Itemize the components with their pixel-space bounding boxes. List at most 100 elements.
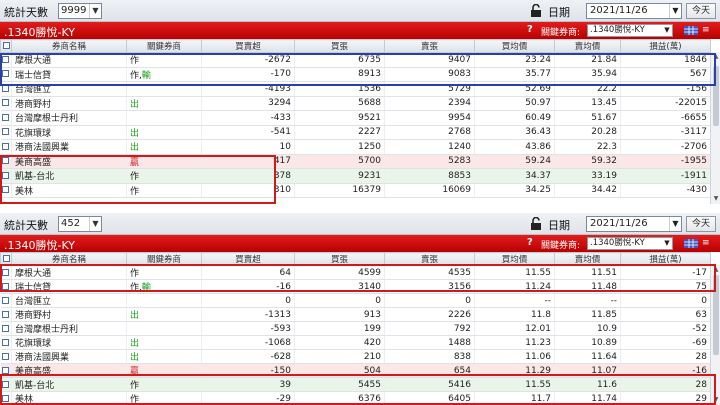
table-row[interactable]: 台灣摩根士丹利 -593 199 792 12.01 10.9 -52 xyxy=(0,321,711,336)
row-checkbox[interactable] xyxy=(0,125,12,140)
table-row[interactable]: 台灣匯立 -4193 1536 5729 52.69 22.2 -156 xyxy=(0,81,711,97)
scroll-thumb[interactable] xyxy=(713,66,719,126)
today-button[interactable]: 今天 xyxy=(686,3,716,19)
checkbox[interactable] xyxy=(2,352,10,360)
checkbox[interactable] xyxy=(2,55,10,63)
menu-icon[interactable]: ≡ xyxy=(702,238,710,248)
table-row[interactable]: 台灣摩根士丹利 -433 9521 9954 60.49 51.67 -6655 xyxy=(0,110,711,126)
chevron-down-icon[interactable]: ▼ xyxy=(669,4,681,18)
checkbox[interactable] xyxy=(2,338,10,346)
scroll-up-icon[interactable]: ▲ xyxy=(711,52,720,62)
column-header[interactable]: 賣張 xyxy=(384,39,475,53)
checkbox[interactable] xyxy=(2,99,10,107)
date-picker[interactable]: 2021/11/26 ▼ xyxy=(586,216,682,232)
days-select[interactable]: 9999 ▼ xyxy=(58,3,102,19)
select-all-checkbox[interactable] xyxy=(0,252,12,266)
days-select[interactable]: 452 ▼ xyxy=(58,216,102,232)
table-row[interactable]: 花旗環球出 -541 2227 2768 36.43 20.28 -3117 xyxy=(0,125,711,140)
broker-select[interactable]: .1340勝悅-KY ▼ xyxy=(587,24,673,37)
checkbox[interactable] xyxy=(2,282,10,290)
row-checkbox[interactable] xyxy=(0,265,12,280)
checkbox[interactable] xyxy=(2,171,10,179)
help-icon[interactable]: ? xyxy=(527,24,533,35)
column-header[interactable]: 損益(萬) xyxy=(620,252,711,266)
unlock-icon[interactable] xyxy=(530,217,542,230)
table-row[interactable]: 瑞士信貸 作,輸 -16 3140 3156 11.24 11.48 75 xyxy=(0,279,711,294)
table-row[interactable]: 台灣匯立 0 0 0 -- -- 0 xyxy=(0,293,711,308)
scroll-thumb[interactable] xyxy=(713,275,719,355)
grid-icon[interactable] xyxy=(684,26,698,35)
checkbox[interactable] xyxy=(2,186,10,194)
table-row[interactable]: 摩根大通作 -2672 6735 9407 23.24 21.84 1846 xyxy=(0,52,711,68)
row-checkbox[interactable] xyxy=(0,96,12,111)
menu-icon[interactable]: ≡ xyxy=(702,25,710,35)
row-checkbox[interactable] xyxy=(0,110,12,126)
unlock-icon[interactable] xyxy=(530,4,542,17)
scrollbar[interactable]: ▲ ▼ xyxy=(710,265,720,405)
chevron-down-icon[interactable]: ▼ xyxy=(662,25,672,36)
row-checkbox[interactable] xyxy=(0,377,12,392)
table-row[interactable]: 美林作 -29 6376 6405 11.7 11.74 29 xyxy=(0,391,711,405)
checkbox[interactable] xyxy=(2,84,10,92)
row-checkbox[interactable] xyxy=(0,391,12,405)
row-checkbox[interactable] xyxy=(0,307,12,322)
row-checkbox[interactable] xyxy=(0,154,12,169)
scroll-up-icon[interactable]: ▲ xyxy=(711,265,720,275)
checkbox[interactable] xyxy=(2,394,10,402)
checkbox[interactable] xyxy=(2,70,10,78)
chevron-down-icon[interactable]: ▼ xyxy=(669,217,681,231)
table-row[interactable]: 摩根大通作 64 4599 4535 11.55 11.51 -17 xyxy=(0,265,711,280)
checkbox[interactable] xyxy=(2,380,10,388)
row-checkbox[interactable] xyxy=(0,67,12,82)
row-checkbox[interactable] xyxy=(0,293,12,308)
table-row[interactable]: 港商法國興業出 -628 210 838 11.06 11.64 28 xyxy=(0,349,711,364)
checkbox[interactable] xyxy=(2,366,10,374)
table-row[interactable]: 花旗環球出 -1068 420 1488 11.23 10.89 -69 xyxy=(0,335,711,350)
checkbox[interactable] xyxy=(2,113,10,121)
broker-select[interactable]: .1340勝悅-KY ▼ xyxy=(587,237,673,250)
scroll-down-icon[interactable]: ▼ xyxy=(711,194,720,204)
row-checkbox[interactable] xyxy=(0,363,12,378)
row-checkbox[interactable] xyxy=(0,52,12,68)
row-checkbox[interactable] xyxy=(0,321,12,336)
column-header[interactable]: 券商名稱 xyxy=(11,252,127,266)
table-row[interactable]: 凱基-台北作 378 9231 8853 34.37 33.19 -1911 xyxy=(0,168,711,184)
select-all-checkbox[interactable] xyxy=(0,39,12,53)
column-header[interactable]: 買張 xyxy=(294,39,385,53)
column-header[interactable]: 損益(萬) xyxy=(620,39,711,53)
table-row[interactable]: 美林作 310 16379 16069 34.25 34.42 -430 xyxy=(0,183,711,198)
checkbox[interactable] xyxy=(2,296,10,304)
chevron-down-icon[interactable]: ▼ xyxy=(89,217,101,231)
column-header[interactable]: 買均價 xyxy=(474,252,555,266)
scrollbar[interactable]: ▲ ▼ xyxy=(710,52,720,204)
scroll-down-icon[interactable]: ▼ xyxy=(711,395,720,405)
table-row[interactable]: 凱基-台北作 39 5455 5416 11.55 11.6 28 xyxy=(0,377,711,392)
table-row[interactable]: 美商高盛贏 -150 504 654 11.29 11.07 -16 xyxy=(0,363,711,378)
today-button[interactable]: 今天 xyxy=(686,216,716,232)
checkbox[interactable] xyxy=(2,310,10,318)
checkbox[interactable] xyxy=(2,142,10,150)
column-header[interactable]: 買張 xyxy=(294,252,385,266)
column-header[interactable]: 買均價 xyxy=(474,39,555,53)
column-header[interactable]: 賣均價 xyxy=(554,252,621,266)
table-row[interactable]: 港商法國興業出 10 1250 1240 43.86 22.3 -2706 xyxy=(0,139,711,155)
column-header[interactable]: 買賣超 xyxy=(201,252,295,266)
row-checkbox[interactable] xyxy=(0,183,12,198)
row-checkbox[interactable] xyxy=(0,168,12,184)
table-row[interactable]: 瑞士信貸 作,輸 -170 8913 9083 35.77 35.94 567 xyxy=(0,67,711,82)
row-checkbox[interactable] xyxy=(0,279,12,294)
checkbox[interactable] xyxy=(2,255,10,262)
row-checkbox[interactable] xyxy=(0,139,12,155)
checkbox[interactable] xyxy=(2,268,10,276)
table-row[interactable]: 美商高盛贏 417 5700 5283 59.24 59.32 -1955 xyxy=(0,154,711,169)
chevron-down-icon[interactable]: ▼ xyxy=(89,4,101,18)
table-row[interactable]: 港商野村出 3294 5688 2394 50.97 13.45 -22015 xyxy=(0,96,711,111)
checkbox[interactable] xyxy=(2,157,10,165)
row-checkbox[interactable] xyxy=(0,81,12,97)
checkbox[interactable] xyxy=(2,128,10,136)
column-header[interactable]: 賣張 xyxy=(384,252,475,266)
checkbox[interactable] xyxy=(2,42,10,49)
chevron-down-icon[interactable]: ▼ xyxy=(662,238,672,249)
column-header[interactable]: 券商名稱 xyxy=(11,39,127,53)
row-checkbox[interactable] xyxy=(0,349,12,364)
